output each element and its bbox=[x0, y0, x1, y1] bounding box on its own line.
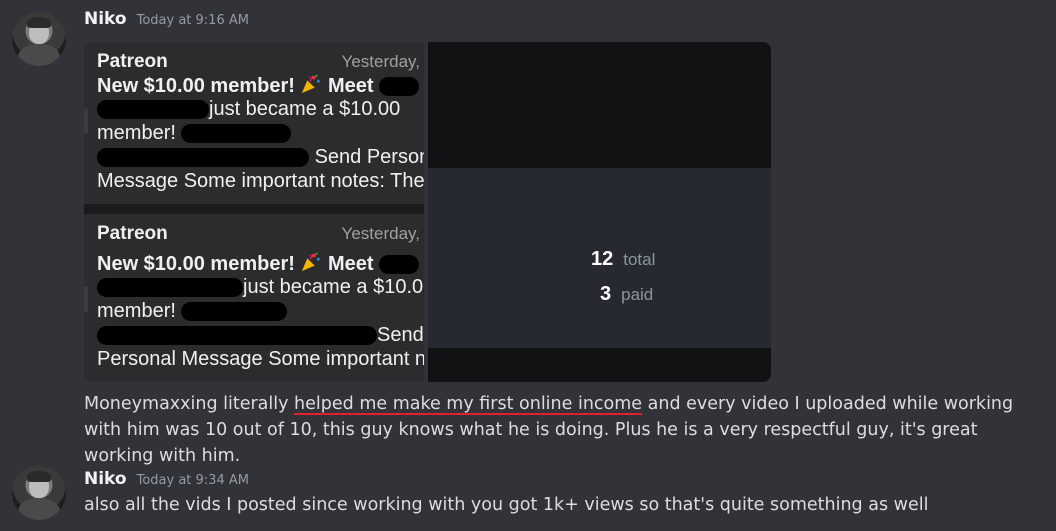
timestamp: Today at 9:16 AM bbox=[136, 13, 249, 28]
notification-body: just became a $10.00 bbox=[209, 98, 401, 120]
username[interactable]: Niko bbox=[84, 9, 127, 29]
avatar[interactable] bbox=[12, 12, 66, 66]
notification-body: Personal Message Some important n bbox=[97, 348, 424, 370]
party-popper-icon bbox=[302, 74, 321, 94]
notification-title: New $10.00 member! Meet bbox=[97, 251, 420, 276]
message-header: Niko Today at 9:16 AM bbox=[84, 9, 249, 29]
stat-label: total bbox=[623, 250, 656, 269]
highlighted-phrase: helped me make my first online income bbox=[294, 394, 643, 414]
stat-label: paid bbox=[621, 285, 654, 304]
avatar[interactable] bbox=[12, 466, 66, 520]
party-popper-icon bbox=[302, 252, 321, 272]
timestamp: Today at 9:34 AM bbox=[136, 473, 249, 488]
notification-body: Send bbox=[377, 324, 424, 346]
notification-card: Patreon Yesterday, New $10.00 member! Me… bbox=[84, 42, 424, 204]
notification-time: Yesterday, bbox=[341, 52, 420, 71]
stat-value: 3 bbox=[600, 283, 612, 305]
message-content: Moneymaxxing literally helped me make my… bbox=[84, 394, 1014, 466]
stat-total: 12 total bbox=[591, 248, 655, 271]
notification-app-name: Patreon bbox=[97, 223, 168, 244]
notification-body: member! bbox=[97, 300, 176, 322]
notification-body: Message Some important notes: The bbox=[97, 170, 424, 192]
notification-time: Yesterday, bbox=[341, 224, 420, 243]
image-attachment-stats[interactable]: 12 total 3 paid bbox=[428, 42, 771, 382]
message-header: Niko Today at 9:34 AM bbox=[84, 469, 249, 489]
image-attachment-notifications[interactable]: Patreon Yesterday, New $10.00 member! Me… bbox=[84, 42, 424, 382]
message-content: also all the vids I posted since working… bbox=[84, 495, 929, 515]
notification-body: just became a $10.0 bbox=[243, 276, 424, 298]
username[interactable]: Niko bbox=[84, 469, 127, 489]
notification-body: Send Person bbox=[314, 146, 424, 168]
stat-value: 12 bbox=[591, 248, 614, 270]
notification-app-name: Patreon bbox=[97, 51, 168, 72]
notification-card: Patreon Yesterday, New $10.00 member! Me… bbox=[84, 214, 424, 382]
stat-paid: 3 paid bbox=[600, 283, 653, 306]
notification-title: New $10.00 member! Meet bbox=[97, 73, 420, 98]
notification-body: member! bbox=[97, 122, 176, 144]
